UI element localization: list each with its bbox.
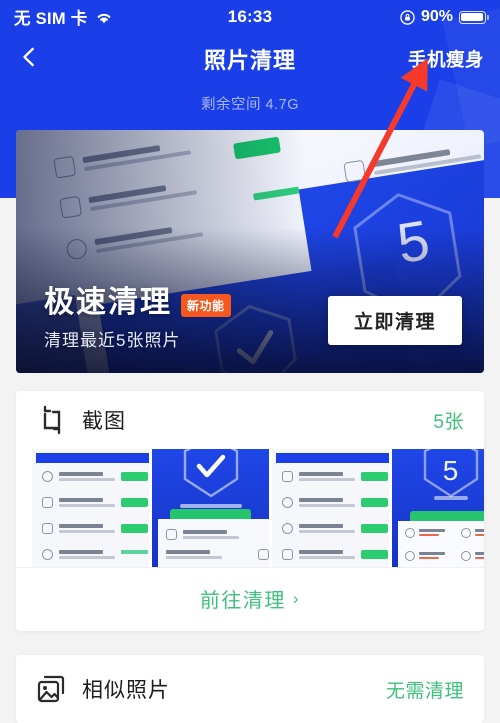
- banner-subtitle: 清理最近5张照片: [44, 331, 181, 350]
- similar-photos-status: 无需清理: [385, 680, 464, 702]
- screenshot-thumbnail[interactable]: [272, 449, 389, 567]
- banner-title: 极速清理: [44, 286, 172, 319]
- thumbnail-count-graphic: 5: [442, 455, 459, 486]
- status-bar: 无 SIM 卡 16:33 90%: [0, 0, 500, 34]
- storage-remaining-label: 剩余空间 4.7G: [201, 97, 299, 113]
- navigation-bar: 照片清理 手机瘦身: [0, 34, 500, 84]
- screenshot-thumbnail-list: 5: [16, 449, 484, 567]
- screenshots-card[interactable]: 截图 5张 5 前往清理 ›: [16, 391, 484, 631]
- similar-photos-icon: [36, 674, 68, 704]
- go-clean-label: 前往清理: [199, 590, 286, 612]
- rotation-lock-icon: [400, 9, 415, 25]
- similar-photos-card-header: 相似照片 无需清理: [16, 655, 484, 723]
- screenshot-thumbnail[interactable]: 5: [392, 449, 484, 567]
- screenshots-title: 截图: [82, 410, 126, 433]
- phone-slimming-button[interactable]: 手机瘦身: [408, 46, 484, 72]
- screenshot-thumbnail[interactable]: [152, 449, 269, 567]
- chevron-right-icon: ›: [292, 588, 301, 608]
- new-feature-badge: 新功能: [181, 293, 231, 317]
- similar-photos-card[interactable]: 相似照片 无需清理: [16, 655, 484, 723]
- banner-heading-group: 极速清理 新功能: [44, 277, 231, 321]
- go-clean-button[interactable]: 前往清理 ›: [16, 567, 484, 629]
- battery-icon: [459, 10, 489, 24]
- screenshot-crop-icon: [36, 405, 68, 435]
- similar-photos-title: 相似照片: [82, 679, 170, 702]
- clean-now-button[interactable]: 立即清理: [327, 296, 462, 345]
- promo-banner[interactable]: 5 极速清理 新功能 清理最近5张照片 立即清理: [16, 130, 484, 373]
- screenshot-thumbnail[interactable]: [32, 449, 149, 567]
- status-bar-right: 90%: [400, 8, 489, 26]
- screenshots-count: 5张: [433, 411, 464, 433]
- battery-percent-label: 90%: [420, 8, 453, 25]
- screenshots-card-header: 截图 5张: [16, 391, 484, 449]
- app-screen: 无 SIM 卡 16:33 90% 照片清理 手机瘦身 剩余空间 4.7G 极速…: [0, 0, 500, 723]
